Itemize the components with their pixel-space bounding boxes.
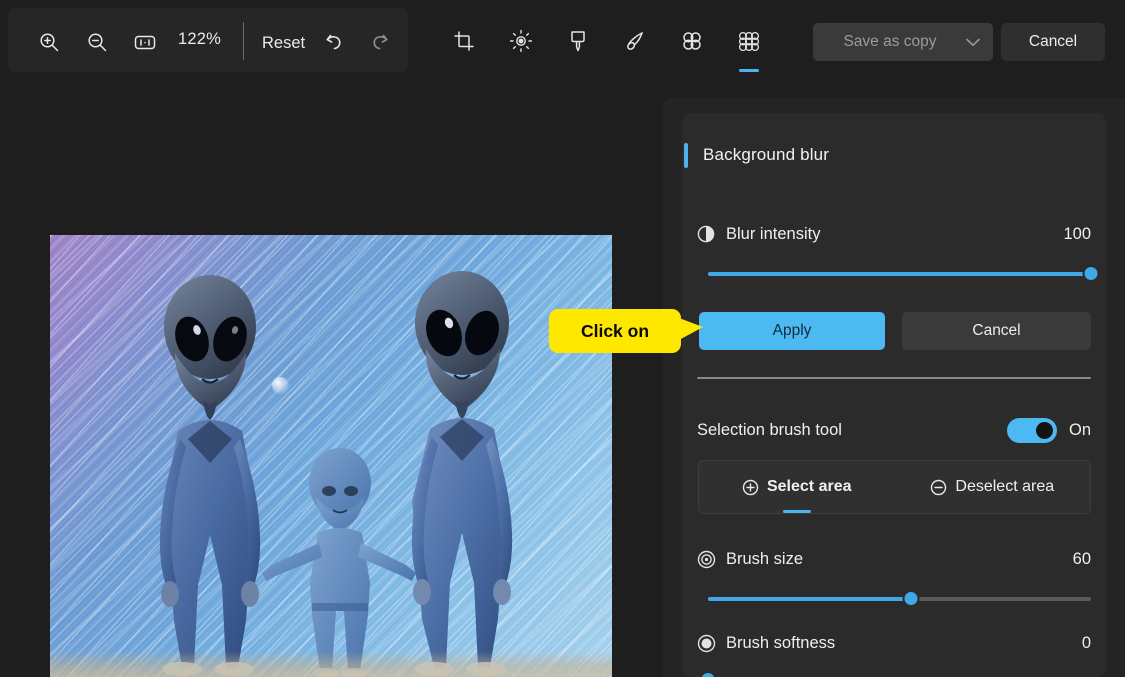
brush-size-slider[interactable]	[708, 590, 1091, 608]
toolbar-separator	[243, 22, 244, 60]
background-blur-panel: Background blur Blur intensity 100 Apply…	[682, 113, 1106, 677]
slider-fill	[708, 597, 911, 601]
brightness-icon	[509, 29, 533, 58]
section-divider	[697, 377, 1091, 379]
background-blur-icon	[736, 29, 762, 58]
zoom-in-icon	[38, 31, 60, 53]
actual-size-button[interactable]	[124, 22, 166, 62]
callout-text: Click on	[580, 320, 650, 341]
toggle-knob	[1035, 422, 1053, 439]
selection-brush-toggle-wrap: On	[1006, 418, 1091, 443]
brush-size-label: Brush size	[726, 549, 804, 568]
alien-right	[411, 271, 513, 676]
slider-thumb[interactable]	[902, 590, 920, 607]
segment-deselect-area[interactable]: Deselect area	[895, 461, 1091, 513]
tool-adjustment[interactable]	[501, 24, 541, 62]
erase-pen-icon	[623, 29, 647, 58]
tool-crop[interactable]	[444, 24, 484, 62]
slider-thumb[interactable]	[1082, 265, 1100, 282]
select-area-segmented-control: Select area Deselect area	[698, 460, 1091, 514]
filled-circle-ring-icon	[697, 634, 721, 653]
redo-button[interactable]	[360, 22, 402, 62]
blur-intensity-slider[interactable]	[708, 265, 1100, 283]
blur-intensity-row: Blur intensity 100	[697, 221, 1091, 247]
photos-editor-window: 122% Reset Save as copy Cancel Click on …	[0, 0, 1125, 677]
cancel-button-toolbar[interactable]: Cancel	[1001, 23, 1105, 61]
alien-figures	[159, 271, 513, 677]
chevron-down-icon[interactable]	[953, 38, 993, 47]
segment-deselect-area-label: Deselect area	[955, 478, 1055, 495]
alien-child	[262, 448, 416, 677]
save-as-copy-button[interactable]: Save as copy	[813, 23, 993, 61]
alien-left	[159, 275, 261, 676]
tool-background-blur[interactable]	[729, 24, 769, 62]
segment-select-area[interactable]: Select area	[699, 461, 895, 513]
undo-button[interactable]	[312, 22, 354, 62]
brush-size-row: Brush size 60	[697, 546, 1091, 572]
apply-button[interactable]: Apply	[699, 312, 885, 350]
edited-photo[interactable]	[50, 235, 612, 677]
plus-circle-icon	[742, 479, 759, 496]
zoom-in-button[interactable]	[28, 22, 70, 62]
target-circles-icon	[697, 550, 721, 569]
callout-tail	[679, 318, 703, 340]
panel-title: Background blur	[703, 145, 830, 164]
minus-circle-icon	[930, 479, 947, 496]
brush-size-value: 60	[1072, 549, 1091, 568]
blur-intensity-label: Blur intensity	[726, 224, 821, 243]
click-on-callout: Click on	[549, 309, 703, 353]
cancel-button-panel[interactable]: Cancel	[902, 312, 1091, 350]
undo-icon	[321, 31, 345, 53]
slider-fill	[708, 272, 1091, 276]
tool-erase[interactable]	[615, 24, 655, 62]
canvas-area	[0, 84, 663, 677]
brush-softness-label: Brush softness	[726, 633, 836, 652]
panel-accent-bar	[684, 142, 688, 168]
toggle-state-label: On	[1068, 421, 1091, 439]
photo-ground	[50, 651, 612, 677]
save-as-copy-label: Save as copy	[843, 33, 937, 50]
reset-button[interactable]: Reset	[256, 31, 311, 56]
zoom-out-icon	[86, 31, 108, 53]
blur-intensity-value: 100	[1063, 224, 1091, 243]
contrast-half-circle-icon	[697, 225, 721, 243]
panel-header: Background blur	[684, 140, 829, 170]
selection-brush-toggle[interactable]	[1006, 418, 1057, 443]
tool-blur[interactable]	[672, 24, 712, 62]
marker-pen-icon	[568, 29, 588, 58]
actual-size-icon	[133, 32, 157, 52]
zoom-out-button[interactable]	[76, 22, 118, 62]
blur-circles-icon	[680, 29, 704, 58]
top-toolbar: 122% Reset Save as copy Cancel	[0, 0, 1125, 84]
selection-brush-label: Selection brush tool	[697, 420, 842, 439]
redo-icon	[369, 31, 393, 53]
brush-softness-row: Brush softness 0	[697, 630, 1091, 656]
tool-marker[interactable]	[558, 24, 598, 62]
segment-select-area-label: Select area	[766, 478, 852, 495]
zoom-level-label: 122%	[178, 30, 222, 48]
brush-softness-value: 0	[1081, 633, 1091, 652]
brush-softness-slider[interactable]	[699, 671, 1091, 677]
slider-thumb[interactable]	[699, 671, 717, 677]
crop-icon	[453, 30, 475, 57]
